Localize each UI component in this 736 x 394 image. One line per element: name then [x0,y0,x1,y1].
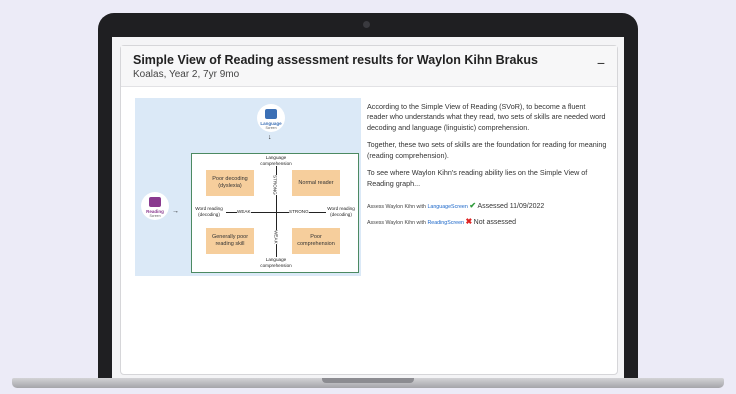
assessment-row-language: Assess Waylon Kihn with LanguageScreen ✔… [367,201,544,210]
axis-label-top: Language comprehension [254,155,298,167]
card-subtitle: Koalas, Year 2, 7yr 9mo [133,69,240,80]
language-screen-link[interactable]: LanguageScreen [427,204,467,210]
results-card: Simple View of Reading assessment result… [120,45,618,375]
card-title: Simple View of Reading assessment result… [133,53,538,67]
description-paragraph: Together, these two sets of skills are t… [367,140,607,160]
description-paragraph: According to the Simple View of Reading … [367,102,606,132]
quadrant-normal-reader: Normal reader [292,170,340,196]
assessed-status: Assessed 11/09/2022 [477,203,545,210]
description: According to the Simple View of Reading … [367,102,607,196]
arrow-down-icon: ↓ [268,134,272,141]
svor-diagram: Language Screen Reading Screen ↓ → Poor … [135,98,361,276]
laptop-bezel: Simple View of Reading assessment result… [98,13,638,387]
graduation-cap-icon [265,109,277,119]
assess-prefix: Assess Waylon Kihn with [367,220,426,226]
collapse-icon[interactable]: − [597,55,605,71]
quadrant-poor-decoding: Poor decoding (dyslexia) [206,170,254,196]
strong-horizontal-label: STRONG [289,209,309,215]
reading-screen-link[interactable]: ReadingScreen [427,220,464,226]
laptop-screen: Simple View of Reading assessment result… [112,37,624,383]
axis-label-left: Word reading (decoding) [194,206,224,218]
quadrant-poor-comprehension: Poor comprehension [292,228,340,254]
graduation-cap-icon [149,197,161,207]
not-assessed-status: Not assessed [473,219,517,226]
strong-vertical-label: STRONG [271,175,278,195]
axis-label-right: Word reading (decoding) [326,206,356,218]
assess-prefix: Assess Waylon Kihn with [367,204,426,210]
reading-logo-sub: Screen [149,214,161,218]
check-icon: ✔ [469,201,477,210]
laptop-notch [322,378,414,383]
language-logo-sub: Screen [265,126,277,130]
camera-icon [363,21,370,28]
weak-vertical-label: WEAK [272,230,279,244]
arrow-right-icon: → [172,208,179,215]
cross-icon: ✖ [465,217,473,226]
quadrant-grid: Poor decoding (dyslexia) Normal reader G… [191,153,359,273]
card-header: Simple View of Reading assessment result… [121,46,617,87]
language-screen-logo: Language Screen [257,104,285,132]
reading-screen-logo: Reading Screen [141,192,169,220]
assessment-row-reading: Assess Waylon Kihn with ReadingScreen ✖ … [367,217,516,226]
description-paragraph: To see where Waylon Kihn's reading abili… [367,168,588,188]
quadrant-generally-poor: Generally poor reading skill [206,228,254,254]
axis-label-bottom: Language comprehension [254,257,298,269]
weak-horizontal-label: WEAK [237,209,251,215]
